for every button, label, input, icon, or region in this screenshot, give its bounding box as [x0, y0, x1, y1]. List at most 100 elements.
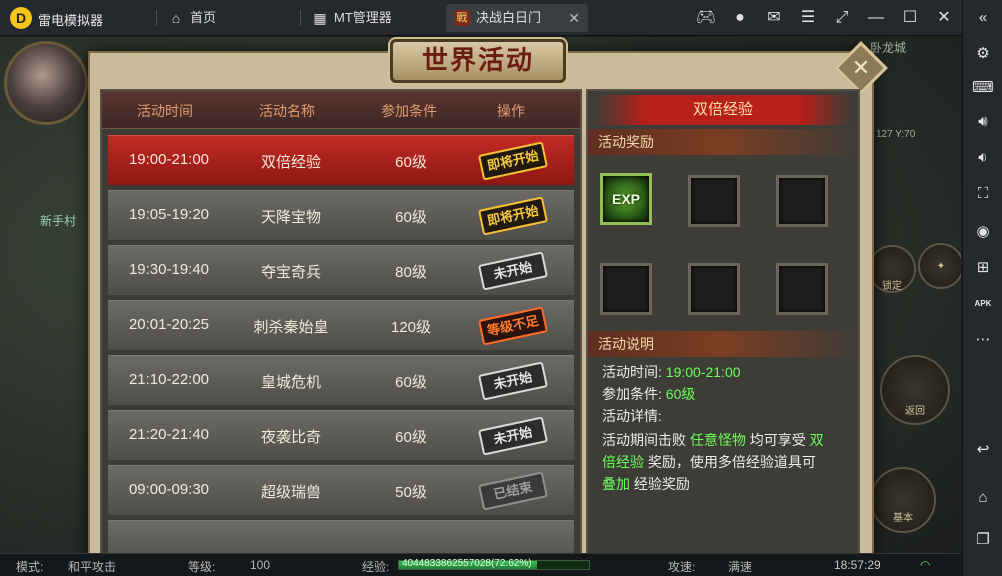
game-status-bar: 模式: 和平攻击 等级: 100 经验: 4044833862557028(72…: [0, 553, 961, 576]
game-viewport[interactable]: 新手村 卧龙城 127 Y:70 锁定 ✦ 返回 基本 世界活动 ✕ 活动时间 …: [0, 37, 961, 576]
reward-slot-empty[interactable]: [776, 263, 828, 315]
ldplayer-logo-icon: D: [10, 7, 32, 29]
home-icon: ⌂: [171, 10, 181, 26]
activity-row[interactable]: 19:30-19:40 夺宝奇兵 80级 未开始: [108, 245, 574, 295]
activity-time-label: 活动时间:: [602, 364, 662, 380]
attack-speed-label: 攻速:: [668, 560, 696, 574]
screenshot-icon[interactable]: ⛶: [969, 180, 997, 208]
activity-status-badge[interactable]: 未开始: [478, 251, 548, 291]
player-avatar[interactable]: [4, 41, 88, 125]
activity-status-badge[interactable]: 即将开始: [478, 196, 548, 236]
activity-time-cell: 21:20-21:40: [128, 426, 210, 443]
emulator-sidebar: « ⚙ ⌨ 🔊︎ 🔉︎ ⛶ ◉ ⊞ APK ⋯ ↩ ⌂ ❐: [962, 0, 1002, 576]
detail-title: 双倍经验: [594, 95, 852, 125]
return-button[interactable]: 返回: [880, 355, 950, 425]
mt-manager-icon: ▦: [313, 10, 327, 26]
clock-time: 18:57:29: [834, 558, 881, 572]
activity-status-badge[interactable]: 未开始: [478, 361, 548, 401]
activity-status-badge[interactable]: 等级不足: [478, 306, 548, 346]
mail-icon[interactable]: ✉: [762, 6, 786, 30]
level-value: 100: [250, 558, 271, 572]
level-label: 等级:: [188, 560, 216, 574]
desc-text: 奖励，使用多倍经验道具可: [644, 454, 816, 470]
activity-time-cell: 19:00-21:00: [128, 151, 210, 168]
activity-time-cell: 19:30-19:40: [128, 261, 210, 278]
tab-close-icon[interactable]: ✕: [568, 4, 580, 32]
recent-apps-icon[interactable]: ❐: [969, 526, 997, 554]
game-icon: 戰: [454, 10, 470, 26]
reward-slot-empty[interactable]: [600, 263, 652, 315]
reward-slot-empty[interactable]: [688, 263, 740, 315]
exp-label: 经验:: [362, 560, 390, 574]
tab-game-label: 决战白日门: [476, 10, 542, 25]
skill-button[interactable]: ✦: [918, 243, 961, 289]
wifi-icon: ◠: [920, 558, 931, 572]
close-window-icon[interactable]: ✕: [932, 6, 956, 30]
account-icon[interactable]: ●: [728, 6, 752, 30]
activity-name-cell: 刺杀秦始皇: [253, 319, 329, 336]
record-icon[interactable]: ◉: [969, 218, 997, 246]
lock-target-label: 锁定: [882, 281, 902, 292]
fullscreen-icon[interactable]: ⤢: [830, 6, 854, 30]
activity-time-cell: 19:05-19:20: [128, 206, 210, 223]
col-name-header: 活动名称: [259, 103, 315, 119]
volume-up-icon[interactable]: 🔊︎: [969, 108, 997, 136]
basic-attack-button[interactable]: 基本: [870, 467, 936, 533]
exp-value: 4044833862557028(72.62%): [402, 558, 532, 569]
tab-home[interactable]: ⌂ 首页: [160, 4, 296, 32]
activity-row[interactable]: 19:05-19:20 天降宝物 60级 即将开始: [108, 190, 574, 240]
mode-label: 模式:: [16, 560, 44, 574]
keyboard-icon[interactable]: ⌨: [969, 74, 997, 102]
back-icon[interactable]: ↩: [969, 436, 997, 464]
gamepad-icon[interactable]: 🎮︎: [694, 6, 718, 30]
collapse-sidebar-icon[interactable]: «: [969, 4, 997, 32]
activity-status-badge[interactable]: 即将开始: [478, 141, 548, 181]
activity-level-cell: 120级: [390, 319, 432, 336]
activity-name-cell: 超级瑞兽: [260, 484, 321, 501]
mode-value[interactable]: 和平攻击: [68, 558, 116, 575]
desc-text: 经验奖励: [630, 476, 690, 492]
dialog-title-plate: 世界活动: [390, 39, 566, 83]
reward-slot-exp[interactable]: EXP: [600, 173, 652, 225]
activity-row[interactable]: 21:10-22:00 皇城危机 60级 未开始: [108, 355, 574, 405]
desc-text: 均可享受: [745, 432, 810, 448]
activity-name-cell: 夺宝奇兵: [260, 264, 321, 281]
maximize-icon[interactable]: ☐: [898, 6, 922, 30]
home-nav-icon[interactable]: ⌂: [969, 484, 997, 512]
activity-row[interactable]: 09:00-09:30 超级瑞兽 50级 已结束: [108, 465, 574, 515]
activity-row[interactable]: 20:01-20:25 刺杀秦始皇 120级 等级不足: [108, 300, 574, 350]
return-label: 返回: [905, 406, 925, 417]
map-coords: 127 Y:70: [876, 129, 916, 140]
activity-status-badge[interactable]: 已结束: [478, 471, 548, 511]
minimize-icon[interactable]: —: [864, 6, 888, 30]
reward-section-header: 活动奖励: [588, 129, 858, 155]
lock-target-button[interactable]: 锁定: [868, 245, 916, 293]
activity-status-badge[interactable]: 未开始: [478, 416, 548, 456]
desc-highlight: 叠加: [602, 476, 630, 492]
volume-down-icon[interactable]: 🔉︎: [969, 144, 997, 172]
activity-list-panel[interactable]: 活动时间 活动名称 参加条件 操作 19:00-21:00 双倍经验 60级 即将开始…: [100, 89, 582, 559]
dialog-title: 世界活动: [421, 46, 534, 76]
activity-row[interactable]: 19:00-21:00 双倍经验 60级 即将开始: [108, 135, 574, 185]
tab-game[interactable]: 戰 决战白日门 ✕: [446, 4, 588, 32]
reward-slot-empty[interactable]: [776, 175, 828, 227]
activity-detail-panel: 双倍经验 活动奖励 EXP 活动说明 活动时间: 19:00-21:00 参加条…: [586, 89, 860, 559]
tab-mt-manager[interactable]: ▦ MT管理器: [304, 4, 440, 32]
activity-time-cell: 09:00-09:30: [128, 481, 210, 498]
activity-time-line: 活动时间: 19:00-21:00: [602, 362, 741, 382]
activity-description: 活动期间击败 任意怪物 均可享受 双倍经验 奖励，使用多倍经验道具可 叠加 经验…: [602, 429, 830, 495]
menu-icon[interactable]: ☰: [796, 6, 820, 30]
apk-install-icon[interactable]: APK: [969, 290, 997, 318]
col-time-header: 活动时间: [137, 103, 193, 119]
activity-row[interactable]: 21:20-21:40 夜袭比奇 60级 未开始: [108, 410, 574, 460]
more-icon[interactable]: ⋯: [969, 326, 997, 354]
divider: [300, 10, 301, 26]
reward-slot-empty[interactable]: [688, 175, 740, 227]
settings-icon[interactable]: ⚙: [969, 40, 997, 68]
tab-mt-manager-label: MT管理器: [334, 10, 392, 25]
divider: [156, 10, 157, 26]
activity-detail-label: 活动详情:: [602, 408, 662, 424]
add-app-icon[interactable]: ⊞: [969, 254, 997, 282]
activity-level-cell: 80级: [395, 264, 427, 281]
activity-level-cell: 50级: [395, 484, 427, 501]
